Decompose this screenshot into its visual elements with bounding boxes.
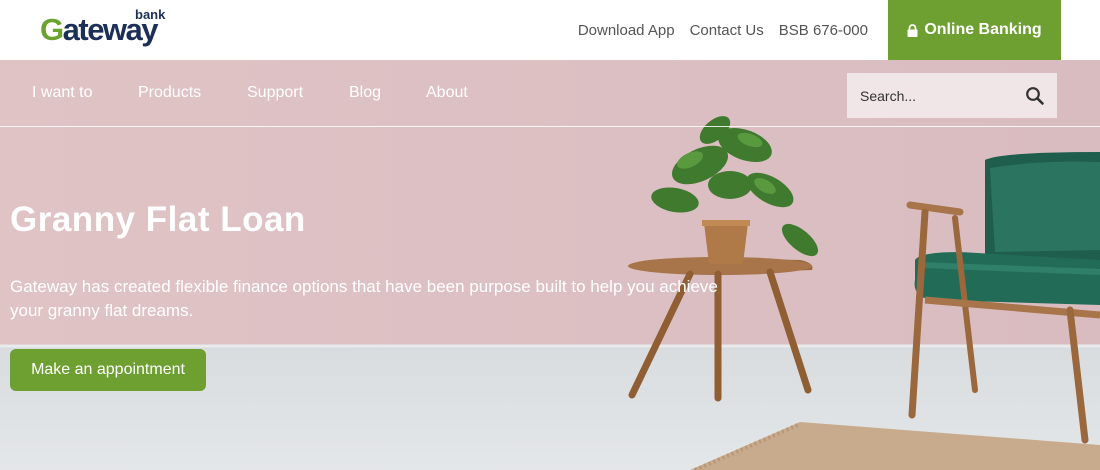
make-appointment-button[interactable]: Make an appointment bbox=[10, 349, 206, 391]
utility-links: Download App Contact Us BSB 676-000 bbox=[578, 0, 868, 60]
hero-title: Granny Flat Loan bbox=[10, 200, 306, 239]
nav-item-products[interactable]: Products bbox=[138, 84, 201, 102]
contact-us-link[interactable]: Contact Us bbox=[690, 22, 764, 39]
search-icon[interactable] bbox=[1025, 86, 1045, 106]
hero-description: Gateway has created flexible finance opt… bbox=[10, 277, 718, 320]
logo-wordmark: Gateway bbox=[40, 12, 159, 47]
nav-item-i-want-to[interactable]: I want to bbox=[32, 84, 92, 102]
top-bar: bank Gateway Download App Contact Us BSB… bbox=[0, 0, 1100, 60]
search-input[interactable] bbox=[860, 87, 1025, 104]
nav-item-support[interactable]: Support bbox=[247, 84, 303, 102]
online-banking-button[interactable]: Online Banking bbox=[888, 0, 1061, 60]
lock-icon bbox=[907, 23, 918, 37]
nav-item-about[interactable]: About bbox=[426, 84, 468, 102]
online-banking-label: Online Banking bbox=[924, 21, 1042, 38]
search-box bbox=[847, 73, 1057, 118]
gateway-bank-logo[interactable]: bank Gateway bbox=[40, 8, 180, 52]
bsb-number: BSB 676-000 bbox=[778, 21, 868, 39]
main-nav: I want to Products Support Blog About bbox=[0, 60, 1100, 127]
nav-item-blog[interactable]: Blog bbox=[349, 84, 381, 102]
hero-banner: I want to Products Support Blog About Gr… bbox=[0, 60, 1100, 470]
download-app-link[interactable]: Download App bbox=[578, 22, 675, 39]
